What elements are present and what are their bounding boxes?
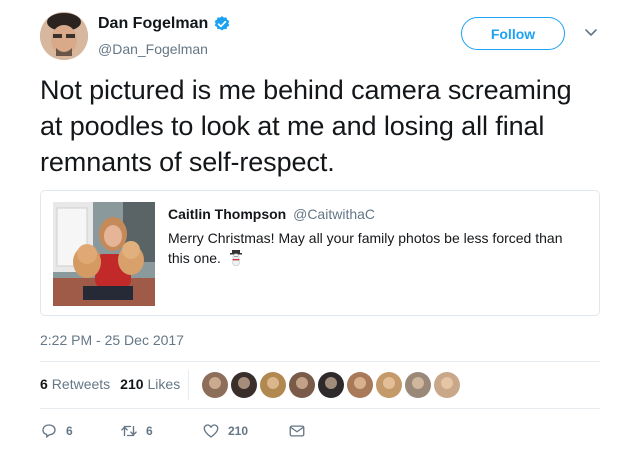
author-handle[interactable]: @Dan_Fogelman: [98, 40, 231, 58]
retweets-label: Retweets: [51, 376, 111, 392]
verified-badge-icon: [214, 16, 230, 31]
like-button[interactable]: 210: [202, 422, 288, 440]
liker-avatar[interactable]: [405, 372, 431, 398]
author-avatar[interactable]: [40, 12, 88, 60]
quoted-tweet-text: Merry Christmas! May all your family pho…: [168, 230, 563, 266]
quoted-tweet-handle: @CaitwithaC: [293, 206, 376, 222]
chevron-down-icon[interactable]: [584, 28, 598, 38]
liker-avatar[interactable]: [289, 372, 315, 398]
quoted-tweet-photo[interactable]: [53, 202, 155, 306]
liker-avatar[interactable]: [202, 372, 228, 398]
retweet-button[interactable]: 6: [120, 422, 202, 440]
reply-count: 6: [66, 424, 73, 438]
liker-avatar[interactable]: [376, 372, 402, 398]
liker-avatar[interactable]: [347, 372, 373, 398]
author-block: Dan Fogelman @Dan_Fogelman: [98, 14, 231, 58]
quoted-tweet-body: Caitlin Thompson @CaitwithaC Merry Chris…: [168, 205, 588, 268]
follow-button[interactable]: Follow: [461, 17, 565, 50]
retweet-count: 6: [146, 424, 153, 438]
liker-avatars: [202, 372, 463, 398]
quoted-tweet-author: Caitlin Thompson @CaitwithaC: [168, 205, 588, 223]
divider: [40, 408, 600, 409]
heart-icon: [203, 424, 219, 438]
envelope-icon: [289, 425, 305, 437]
retweets-count: 6: [40, 376, 48, 392]
likes-stat[interactable]: 210 Likes: [120, 375, 180, 393]
divider: [40, 361, 600, 362]
reply-button[interactable]: 6: [40, 422, 120, 440]
tweet-text: Not pictured is me behind camera screami…: [40, 75, 572, 177]
liker-avatar[interactable]: [260, 372, 286, 398]
stats-separator: [188, 370, 189, 400]
like-count: 210: [228, 424, 249, 438]
liker-avatar[interactable]: [318, 372, 344, 398]
likes-count: 210: [120, 376, 144, 392]
liker-avatar[interactable]: [434, 372, 460, 398]
tweet-timestamp[interactable]: 2:22 PM - 25 Dec 2017: [40, 331, 184, 349]
tweet-stats: 6 Retweets 210 Likes: [40, 375, 190, 393]
quoted-tweet-text-block: Merry Christmas! May all your family pho…: [168, 228, 588, 268]
tweet-actions: 6 6 210: [40, 422, 306, 440]
retweet-icon: [121, 425, 137, 437]
likes-label: Likes: [147, 376, 181, 392]
snowman-emoji-icon: [229, 250, 242, 266]
author-name[interactable]: Dan Fogelman: [98, 14, 208, 34]
quoted-tweet-name: Caitlin Thompson: [168, 206, 287, 222]
retweets-stat[interactable]: 6 Retweets: [40, 375, 110, 393]
liker-avatar[interactable]: [231, 372, 257, 398]
reply-icon: [42, 424, 56, 438]
quoted-tweet[interactable]: Caitlin Thompson @CaitwithaC Merry Chris…: [40, 190, 600, 316]
direct-message-button[interactable]: [288, 422, 306, 440]
